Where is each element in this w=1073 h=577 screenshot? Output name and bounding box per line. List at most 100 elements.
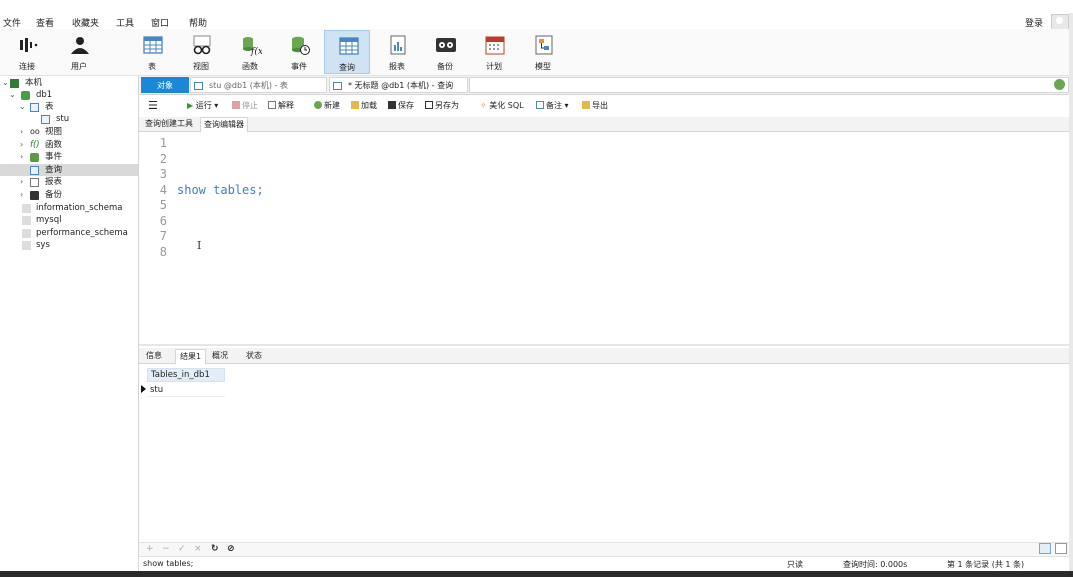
backup-icon <box>30 191 39 200</box>
form-view-icon[interactable] <box>1055 543 1067 554</box>
main-toolbar: 连接 用户 表 视图 f(x) 函数 <box>0 29 1073 76</box>
toolbar-query-label: 查询 <box>339 63 355 72</box>
save-as-button[interactable]: 另存为 <box>425 99 459 113</box>
tree-backups[interactable]: › 备份 <box>0 189 138 201</box>
export-button[interactable]: 导出 <box>582 99 608 113</box>
tree-database-db1[interactable]: ⌄ db1 <box>0 89 138 101</box>
tab-query-builder[interactable]: 查询创建工具 <box>142 117 196 131</box>
refresh-icon[interactable]: ↻ <box>211 544 219 554</box>
tree-table-stu[interactable]: stu <box>0 113 138 125</box>
tree-database-performance-schema[interactable]: performance_schema <box>0 227 138 239</box>
toolbar-schedule-label: 计划 <box>486 62 502 71</box>
beautify-sql-button[interactable]: ✧ 美化 SQL <box>480 99 524 113</box>
chevron-right-icon[interactable]: › <box>20 139 23 151</box>
toolbar-query-button[interactable]: 查询 <box>324 30 370 74</box>
line-number: 3 <box>159 167 167 181</box>
delete-row-button[interactable]: − <box>162 544 170 554</box>
menu-help[interactable]: 帮助 <box>189 16 207 29</box>
svg-text:f(x): f(x) <box>250 46 262 56</box>
table-icon <box>41 115 50 124</box>
tree-connection-label: 本机 <box>25 78 43 88</box>
toolbar-schedule-button[interactable]: 计划 <box>471 30 517 74</box>
tab-untitled-query[interactable]: * 无标题 @db1 (本机) - 查询 <box>329 77 468 93</box>
chevron-right-icon[interactable]: › <box>20 189 23 201</box>
toolbar-model-label: 模型 <box>535 62 551 71</box>
tree-database-label: performance_schema <box>36 228 128 238</box>
menu-file[interactable]: 文件 <box>3 16 21 29</box>
tree-tables[interactable]: ⌄ 表 <box>0 101 138 113</box>
toolbar-view-button[interactable]: 视图 <box>178 30 224 74</box>
toolbar-table-button[interactable]: 表 <box>129 30 175 74</box>
tree-database-sys[interactable]: sys <box>0 239 138 251</box>
stop-button[interactable]: 停止 <box>232 99 258 113</box>
tree-queries-label: 查询 <box>45 165 63 175</box>
explain-button[interactable]: 解释 <box>268 99 294 113</box>
toolbar-connect-button[interactable]: 连接 <box>4 30 50 74</box>
tree-database-mysql[interactable]: mysql <box>0 214 138 226</box>
new-label: 新建 <box>324 101 340 110</box>
export-icon <box>582 101 590 109</box>
tree-database-information-schema[interactable]: information_schema <box>0 202 138 214</box>
menu-window[interactable]: 窗口 <box>151 16 169 29</box>
line-number: 4 <box>159 183 167 197</box>
save-button[interactable]: 保存 <box>388 99 414 113</box>
add-row-button[interactable]: + <box>146 544 154 554</box>
model-icon <box>535 35 553 55</box>
column-header[interactable]: Tables_in_db1 <box>147 368 225 382</box>
run-button[interactable]: ▶ 运行 ▾ <box>187 99 218 113</box>
tree-queries[interactable]: 查询 <box>0 164 138 176</box>
login-link[interactable]: 登录 <box>1025 16 1043 29</box>
window-scrollbar[interactable] <box>1069 13 1073 571</box>
line-number: 1 <box>159 136 167 150</box>
chevron-right-icon[interactable]: › <box>20 126 23 138</box>
toolbar-event-button[interactable]: 事件 <box>276 30 322 74</box>
result-tabs: 信息 结果1 概况 状态 <box>139 348 1073 364</box>
grid-view-icon[interactable] <box>1039 543 1051 554</box>
tree-reports[interactable]: › 报表 <box>0 176 138 188</box>
chevron-right-icon[interactable]: › <box>20 151 23 163</box>
toolbar-backup-button[interactable]: 备份 <box>422 30 468 74</box>
menu-favorites[interactable]: 收藏夹 <box>72 16 99 29</box>
object-tree: ⌄ 本机 ⌄ db1 ⌄ 表 stu › oo 视图 › f() 函数 › 事件… <box>0 76 139 571</box>
tree-functions[interactable]: › f() 函数 <box>0 139 138 151</box>
chevron-down-icon[interactable]: ⌄ <box>9 89 16 101</box>
comment-button[interactable]: 备注 ▾ <box>536 99 569 113</box>
chevron-down-icon[interactable]: ⌄ <box>2 77 9 89</box>
tab-objects[interactable]: 对象 <box>141 77 189 93</box>
hamburger-menu-icon[interactable]: ☰ <box>148 99 158 113</box>
new-query-button[interactable]: 新建 <box>314 99 340 113</box>
toolbar-function-button[interactable]: f(x) 函数 <box>227 30 273 74</box>
table-row[interactable]: stu <box>147 383 225 397</box>
sql-code-line[interactable]: show tables; <box>177 183 264 197</box>
chevron-right-icon[interactable]: › <box>20 176 23 188</box>
menu-view[interactable]: 查看 <box>36 16 54 29</box>
toolbar-model-button[interactable]: 模型 <box>520 30 566 74</box>
tab-result-1[interactable]: 结果1 <box>175 349 207 364</box>
status-sql: show tables; <box>143 559 194 568</box>
chevron-down-icon[interactable]: ⌄ <box>19 101 26 113</box>
tree-database-label: mysql <box>36 215 62 225</box>
tree-events[interactable]: › 事件 <box>0 151 138 163</box>
tab-status[interactable]: 状态 <box>242 349 266 363</box>
settings-icon[interactable] <box>1054 79 1065 90</box>
discard-button[interactable]: × <box>194 544 202 554</box>
toolbar-connect-label: 连接 <box>19 62 35 71</box>
tab-stu-table[interactable]: stu @db1 (本机) - 表 <box>190 77 327 93</box>
toolbar-report-button[interactable]: 报表 <box>374 30 420 74</box>
menu-tools[interactable]: 工具 <box>116 16 134 29</box>
editor-results-splitter[interactable] <box>139 344 1073 346</box>
sql-editor[interactable]: 1 2 3 4 5 6 7 8 show tables; I <box>139 132 1073 344</box>
stop-icon[interactable]: ⊘ <box>227 544 235 554</box>
query-icon <box>339 37 359 55</box>
tab-info[interactable]: 信息 <box>142 349 166 363</box>
tree-tables-label: 表 <box>45 102 54 112</box>
tab-profile[interactable]: 概况 <box>208 349 232 363</box>
toolbar-user-button[interactable]: 用户 <box>56 30 102 74</box>
toolbar-user-label: 用户 <box>71 62 87 71</box>
load-button[interactable]: 加载 <box>351 99 377 113</box>
apply-button[interactable]: ✓ <box>178 544 186 554</box>
tree-connection[interactable]: ⌄ 本机 <box>0 77 138 89</box>
tab-query-editor[interactable]: 查询编辑器 <box>200 117 248 132</box>
tree-views[interactable]: › oo 视图 <box>0 126 138 138</box>
connect-icon <box>20 38 38 52</box>
